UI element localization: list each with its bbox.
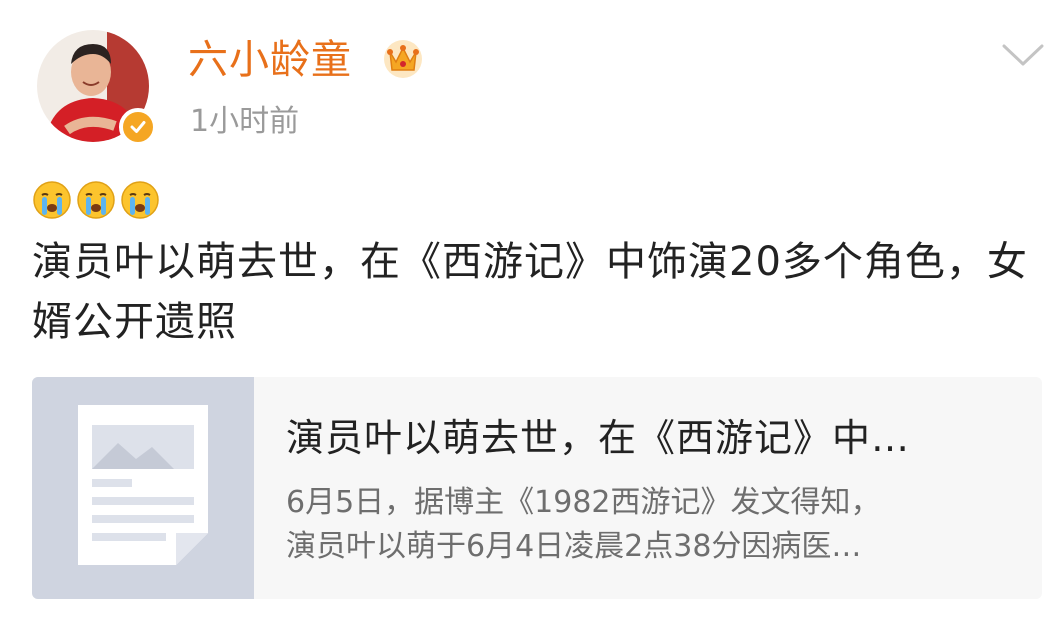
crying-face-icon xyxy=(77,181,115,219)
card-title: 演员叶以萌去世，在《西游记》中… xyxy=(286,416,911,460)
crown-icon[interactable] xyxy=(382,38,424,80)
weibo-post: 六小龄童 1小时前 演员叶以萌去世，在《西游记》中饰演20多个角色，女婿公开遗照… xyxy=(0,0,1062,619)
card-thumbnail xyxy=(32,377,254,599)
card-description: 6月5日，据博主《1982西游记》发文得知， 演员叶以萌于6月4日凌晨2点38分… xyxy=(286,481,1006,569)
emoji-row xyxy=(32,180,160,224)
article-icon xyxy=(78,405,208,565)
avatar[interactable] xyxy=(37,30,157,146)
post-timestamp: 1小时前 xyxy=(190,104,300,139)
crying-face-icon xyxy=(33,181,71,219)
card-desc-line-2: 演员叶以萌于6月4日凌晨2点38分因病医… xyxy=(286,529,862,564)
verified-badge-icon xyxy=(119,108,157,146)
crying-face-icon xyxy=(121,181,159,219)
post-text: 演员叶以萌去世，在《西游记》中饰演20多个角色，女婿公开遗照 xyxy=(32,239,1028,345)
link-card[interactable]: 演员叶以萌去世，在《西游记》中… 6月5日，据博主《1982西游记》发文得知， … xyxy=(32,377,1042,599)
username[interactable]: 六小龄童 xyxy=(188,36,352,84)
chevron-down-icon[interactable] xyxy=(1000,42,1046,70)
card-desc-line-1: 6月5日，据博主《1982西游记》发文得知， xyxy=(286,485,881,520)
